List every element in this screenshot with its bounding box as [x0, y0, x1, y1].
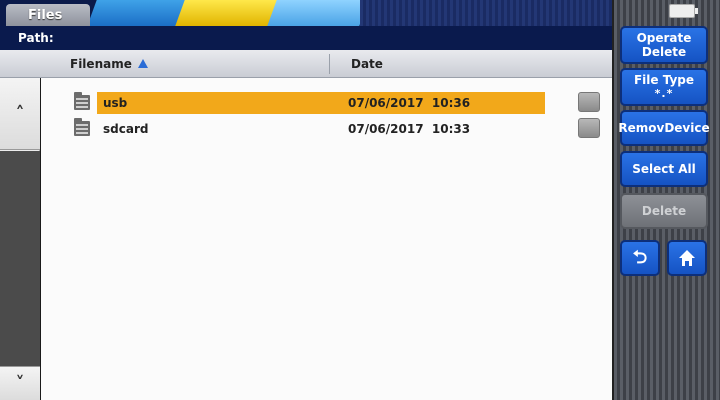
sort-ascending-icon [138, 59, 148, 68]
file-row-sdcard[interactable]: sdcard 07/06/2017 10:33 [41, 118, 612, 140]
chevron-up-icon: ˄ [15, 103, 25, 124]
chevron-down-icon: ˅ [15, 373, 25, 394]
tab-strip-fill [360, 0, 612, 26]
file-name: sdcard [103, 122, 149, 136]
tab-swatch-light-blue[interactable] [267, 0, 369, 26]
scroll-track[interactable] [0, 151, 40, 366]
file-name: usb [103, 96, 128, 110]
list-scrollbar: ˄ ˅ [0, 78, 40, 400]
home-button[interactable] [667, 240, 707, 276]
file-row-usb[interactable]: usb 07/06/2017 10:36 [41, 92, 612, 114]
file-list: usb 07/06/2017 10:36 sdcard 07/06/2017 1… [41, 78, 612, 400]
back-button[interactable]: ⮌ [620, 240, 660, 276]
battery-icon [669, 4, 698, 18]
path-bar: Path: [0, 26, 612, 50]
file-checkbox[interactable] [578, 92, 600, 112]
folder-icon [74, 118, 90, 136]
operate-delete-button[interactable]: Operate Delete [620, 26, 708, 64]
delete-button[interactable]: Delete [620, 193, 708, 229]
select-all-button[interactable]: Select All [620, 151, 708, 187]
column-date[interactable]: Date [351, 50, 383, 78]
scroll-up-button[interactable]: ˄ [0, 78, 40, 150]
column-divider [329, 54, 330, 74]
tab-swatch-yellow[interactable] [175, 0, 280, 26]
folder-icon [74, 92, 90, 110]
tab-files[interactable]: Files [6, 4, 90, 26]
home-icon [679, 250, 695, 266]
file-checkbox[interactable] [578, 118, 600, 138]
back-arrow-icon: ⮌ [632, 247, 648, 268]
file-type-button[interactable]: File Type *.* [620, 68, 708, 106]
selection-highlight [97, 92, 545, 114]
file-date: 07/06/2017 10:36 [348, 96, 471, 110]
column-header: Filename Date [0, 50, 612, 78]
column-filename[interactable]: Filename [70, 50, 132, 78]
file-date: 07/06/2017 10:33 [348, 122, 471, 136]
remove-device-button[interactable]: RemovDevice [618, 110, 710, 146]
top-tab-strip: Files [0, 0, 612, 26]
scroll-down-button[interactable]: ˅ [0, 366, 40, 400]
